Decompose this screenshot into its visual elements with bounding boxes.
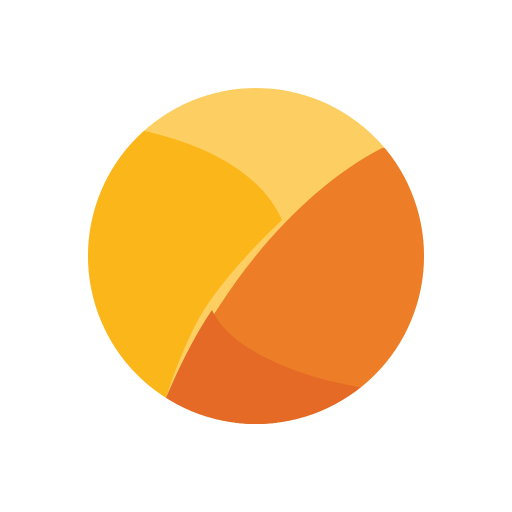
logo-canvas <box>0 0 512 512</box>
logo-segments <box>88 88 424 424</box>
orange-circle-logo-icon <box>88 88 424 424</box>
